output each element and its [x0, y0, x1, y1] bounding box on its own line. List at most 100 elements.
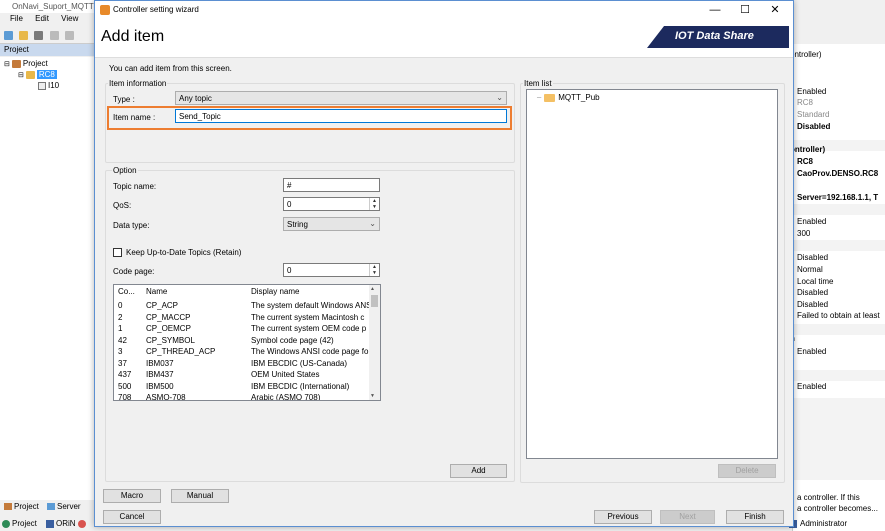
prop-value[interactable]: Disabled: [797, 253, 828, 262]
macro-button[interactable]: Macro: [103, 489, 161, 503]
item-list[interactable]: ─ MQTT_Pub: [526, 89, 778, 459]
orin-icon: [46, 519, 54, 528]
prop-value[interactable]: Local time: [797, 277, 833, 286]
table-scrollbar[interactable]: ▲ ▼: [369, 285, 380, 400]
table-row[interactable]: 1 CP_OEMCP The current system OEM code p: [114, 324, 369, 336]
cell-name: CP_ACP: [146, 301, 179, 310]
tab-project[interactable]: Project: [4, 502, 39, 511]
cell-code: 500: [118, 381, 132, 391]
new-icon[interactable]: [4, 31, 13, 40]
data-type-select[interactable]: String ⌄: [283, 217, 380, 231]
cell-name: CP_THREAD_ACP: [146, 347, 216, 356]
scroll-thumb[interactable]: [371, 295, 378, 307]
prop-value[interactable]: Enabled: [797, 347, 826, 356]
expand-icon[interactable]: ⊟: [18, 71, 24, 79]
save-icon[interactable]: [34, 31, 44, 40]
scroll-down-icon[interactable]: ▼: [370, 393, 375, 399]
close-icon[interactable]: ✕: [761, 3, 789, 17]
tree-root[interactable]: Project: [23, 59, 48, 68]
cancel-button[interactable]: Cancel: [103, 510, 161, 524]
manual-button[interactable]: Manual: [171, 489, 229, 503]
prop-value[interactable]: Server=192.168.1.1, T: [797, 193, 878, 202]
prop-value[interactable]: Disabled: [797, 300, 828, 309]
tree-item[interactable]: I10: [48, 81, 59, 90]
menu-edit[interactable]: Edit: [35, 14, 49, 23]
prop-value[interactable]: Disabled: [797, 288, 828, 297]
maximize-icon[interactable]: ☐: [731, 3, 759, 17]
prop-value[interactable]: CaoProv.DENSO.RC8: [797, 169, 878, 178]
table-row[interactable]: 2 CP_MACCP The current system Macintosh c: [114, 313, 369, 325]
spin-down-icon[interactable]: ▼: [369, 204, 379, 210]
page-title: Add item: [101, 28, 165, 45]
option-label: Option: [112, 166, 138, 175]
table-row[interactable]: 3 CP_THREAD_ACP The Windows ANSI code page…: [114, 347, 369, 359]
paste-icon[interactable]: [64, 31, 74, 40]
dialog-header: Add item IOT Data Share: [95, 20, 793, 58]
column-header-code[interactable]: Co...: [118, 287, 142, 296]
prop-value[interactable]: 300: [797, 229, 810, 238]
cell-name: IBM037: [146, 358, 174, 368]
properties-section: [792, 240, 885, 251]
cell-code: 42: [118, 335, 127, 345]
tab-server[interactable]: Server: [47, 502, 81, 511]
code-page-label: Code page:: [113, 267, 155, 276]
table-row[interactable]: 437 IBM437 OEM United States: [114, 370, 369, 382]
previous-button[interactable]: Previous: [594, 510, 652, 524]
qos-stepper[interactable]: 0 ▲ ▼: [283, 197, 380, 211]
prop-value[interactable]: Standard: [797, 110, 829, 119]
tree-controller[interactable]: RC8: [36, 70, 57, 79]
tab-orin[interactable]: ORiN: [46, 519, 86, 528]
prop-value[interactable]: Enabled: [797, 217, 826, 226]
add-button[interactable]: Add: [450, 464, 507, 478]
expand-icon[interactable]: ⊟: [4, 60, 10, 68]
chevron-down-icon: ⌄: [369, 219, 376, 228]
copy-icon[interactable]: [49, 31, 59, 40]
finish-button[interactable]: Finish: [726, 510, 784, 524]
spin-down-icon[interactable]: ▼: [369, 270, 379, 276]
retain-checkbox[interactable]: [113, 248, 122, 257]
delete-button[interactable]: Delete: [718, 464, 776, 478]
code-page-stepper[interactable]: 0 ▲ ▼: [283, 263, 380, 277]
dialog-titlebar: Controller setting wizard — ☐ ✕: [95, 1, 793, 20]
prop-value[interactable]: Disabled: [797, 122, 830, 131]
tab-project-bottom[interactable]: Project: [2, 519, 37, 528]
cell-code: 0: [118, 301, 123, 310]
prop-value[interactable]: Failed to obtain at least: [797, 311, 880, 320]
properties-header: ontroller): [790, 50, 822, 59]
column-header-display-name[interactable]: Display name: [251, 287, 369, 296]
properties-section: [792, 204, 885, 215]
retain-label: Keep Up-to-Date Topics (Retain): [126, 248, 242, 257]
next-button[interactable]: Next: [660, 510, 715, 524]
code-page-table[interactable]: Co... Name Display name 0 CP_ACP The syste…: [113, 284, 381, 401]
cell-code: 3: [118, 347, 123, 356]
code-page-value: 0: [287, 266, 292, 275]
open-folder-icon[interactable]: [19, 31, 29, 40]
menu-file[interactable]: File: [10, 14, 23, 23]
controller-setting-wizard-dialog: Controller setting wizard — ☐ ✕ Add item…: [94, 0, 794, 527]
prop-value[interactable]: RC8: [797, 98, 813, 107]
type-select[interactable]: Any topic ⌄: [175, 91, 507, 105]
table-row[interactable]: 0 CP_ACP The system default Windows ANSI: [114, 301, 369, 313]
prop-value[interactable]: RC8: [797, 157, 813, 166]
scroll-up-icon[interactable]: ▲: [370, 286, 375, 292]
list-item[interactable]: ─ MQTT_Pub: [537, 93, 600, 102]
topic-name-input[interactable]: #: [283, 178, 380, 192]
table-row[interactable]: 42 CP_SYMBOL Symbol code page (42): [114, 336, 369, 348]
error-icon: [77, 519, 86, 528]
minimize-icon[interactable]: —: [701, 3, 729, 17]
prop-value[interactable]: Normal: [797, 265, 823, 274]
table-row[interactable]: 37 IBM037 IBM EBCDIC (US-Canada): [114, 359, 369, 371]
project-panel-title: Project: [0, 44, 96, 56]
prop-value[interactable]: Enabled: [797, 382, 826, 391]
column-header-name[interactable]: Name: [146, 287, 246, 296]
menu-view[interactable]: View: [61, 14, 78, 23]
table-row[interactable]: 708 ASMO-708 Arabic (ASMO 708): [114, 393, 369, 400]
item-name-input[interactable]: Send_Topic: [175, 109, 507, 123]
cell-name: IBM437: [146, 370, 174, 379]
table-row[interactable]: 500 IBM500 IBM EBCDIC (International): [114, 382, 369, 394]
project-tree: ⊟ Project ⊟ RC8 I10: [0, 57, 96, 500]
cell-name: CP_OEMCP: [146, 324, 191, 333]
prop-value[interactable]: Enabled: [797, 87, 826, 96]
server-icon: [47, 503, 55, 510]
tab-orin-label: ORiN: [56, 519, 76, 528]
